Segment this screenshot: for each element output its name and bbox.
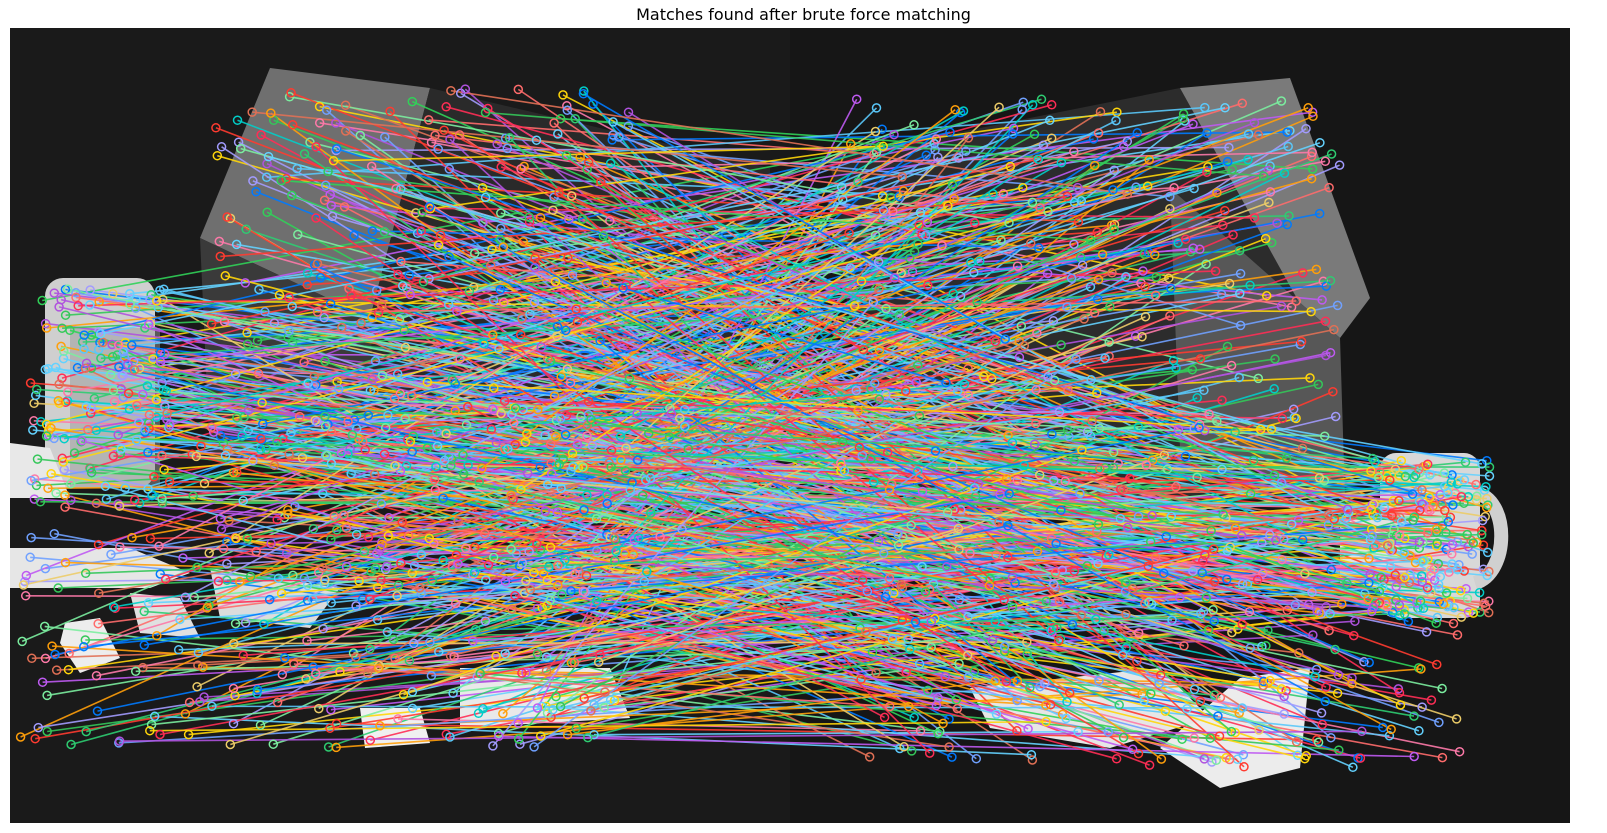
match-visualization	[10, 28, 1570, 823]
figure-title: Matches found after brute force matching	[636, 5, 971, 24]
match-image	[10, 28, 1570, 823]
